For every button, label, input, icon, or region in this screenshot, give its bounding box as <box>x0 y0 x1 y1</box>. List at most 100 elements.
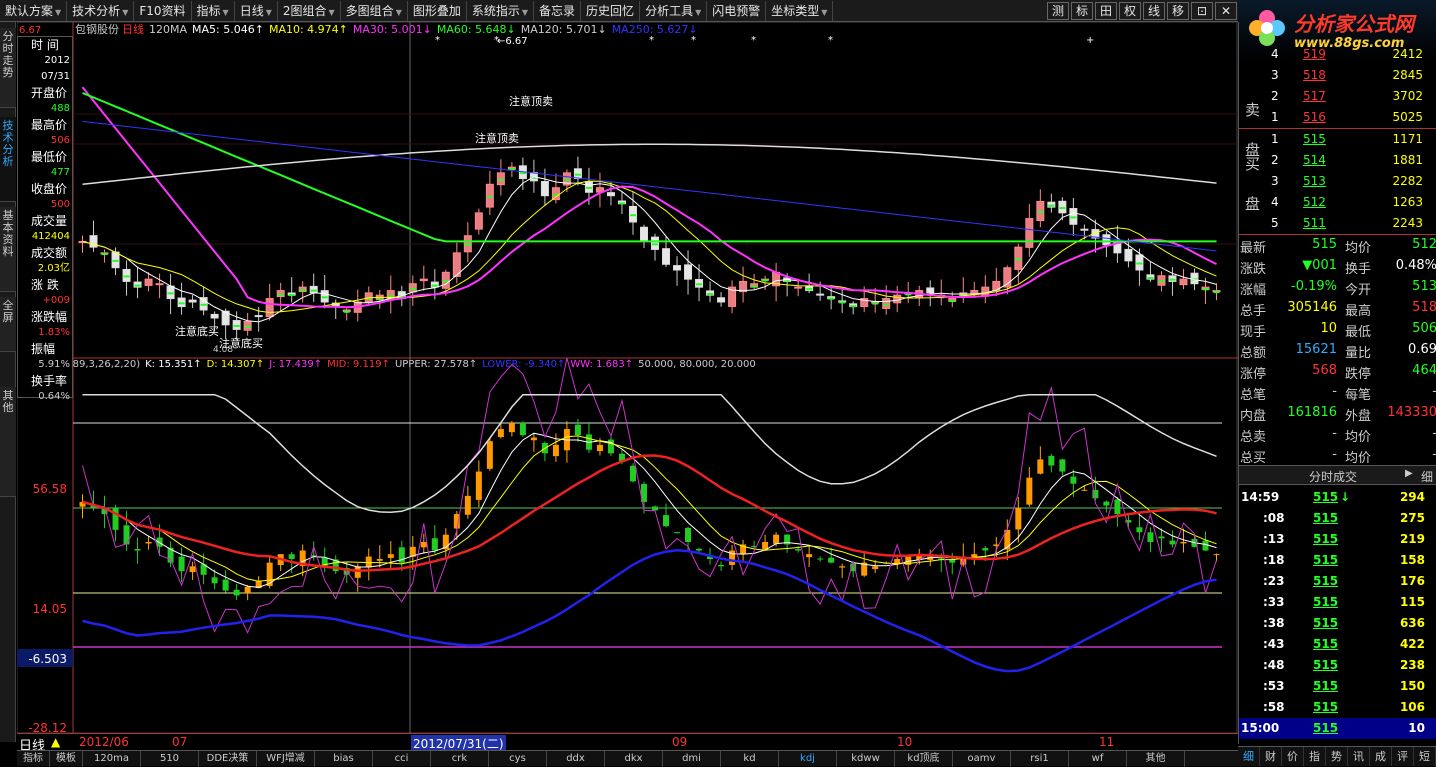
menu-item[interactable]: F10资料 <box>134 0 192 21</box>
quote-tab[interactable]: 讯 <box>1348 747 1370 766</box>
toolbar-button[interactable]: ✕ <box>1215 1 1237 20</box>
quote-tab[interactable]: 指 <box>1304 747 1326 766</box>
left-tab[interactable]: 全屏 <box>0 297 16 352</box>
indicator-bar <box>1048 455 1055 466</box>
indicator-bar <box>1070 476 1077 484</box>
menu-item[interactable]: 坐标类型 ▼ <box>766 0 834 21</box>
candle-marker <box>806 288 813 291</box>
indicator-tab[interactable]: 指标 <box>17 751 50 767</box>
date-axis: 日线 ▲ 2012/06 07 2012/07/31(二) 09 10 11 <box>17 733 1238 754</box>
menu-item[interactable]: 指标 ▼ <box>192 0 235 21</box>
indicator-tab[interactable]: dkx <box>605 751 663 767</box>
info-label: 成交额 <box>31 246 68 260</box>
menu-item[interactable]: 技术分析 ▼ <box>67 0 135 21</box>
menu-item[interactable]: 图形叠加 <box>408 0 467 21</box>
toolbar-button[interactable]: ⊡ <box>1191 1 1213 20</box>
indicator-bar <box>1136 527 1143 533</box>
indicator-tab[interactable]: bias <box>315 751 373 767</box>
indicator-tab[interactable]: WFJ增减 <box>257 751 315 767</box>
indicator-bar <box>806 554 813 558</box>
indicator-bar <box>596 444 603 452</box>
indicator-legend-item: J: 17.439↑ <box>268 359 322 370</box>
info-label: 最低价 <box>31 150 68 164</box>
quote-tab[interactable]: 势 <box>1326 747 1348 766</box>
toolbar-button[interactable]: 测 <box>1047 1 1069 20</box>
candle-marker <box>1169 278 1176 281</box>
candle-body <box>463 235 472 253</box>
left-tab[interactable]: 基本资料 <box>0 207 16 292</box>
candle-marker <box>872 302 879 305</box>
menu-item-label: 坐标类型 <box>771 3 820 18</box>
menu-item[interactable]: 分析工具 ▼ <box>640 0 708 21</box>
level-number: 2 <box>1271 153 1279 167</box>
info-value: 07/31 <box>41 71 70 82</box>
quote-tab[interactable]: 价 <box>1282 747 1304 766</box>
indicator-tab[interactable]: DDE决策 <box>199 751 257 767</box>
level-volume: 2282 <box>1392 174 1423 188</box>
indicator-bar <box>354 566 361 578</box>
menu-item[interactable]: 多图组合 ▼ <box>341 0 408 21</box>
play-icon[interactable]: ▶ <box>1405 468 1413 479</box>
toolbar-button[interactable]: 线 <box>1143 1 1165 20</box>
indicator-bar <box>718 564 725 567</box>
menu-item[interactable]: 默认方案 ▼ <box>0 0 68 21</box>
indicator-bar <box>894 559 901 564</box>
indicator-tab[interactable]: wf <box>1069 751 1127 767</box>
buy-level-row: 2 514 1881 <box>1269 150 1435 171</box>
menu-item[interactable]: 备忘录 <box>534 0 582 21</box>
quote-tab[interactable]: 细 <box>1238 747 1260 766</box>
quote-tab[interactable]: 成 <box>1370 747 1392 766</box>
indicator-bar <box>762 542 769 550</box>
chart-area[interactable]: 包钢股份 日线 120MA MA5: 5.046↑ MA10: 4.974↑ MA30: … <box>17 22 1238 733</box>
stat-value: -0.19% <box>1291 279 1337 294</box>
stat-label: 每笔 <box>1345 388 1372 403</box>
indicator-tab[interactable]: crk <box>431 751 489 767</box>
toolbar-button[interactable]: 移 <box>1167 1 1189 20</box>
indicator-tab[interactable]: cys <box>489 751 547 767</box>
indicator-tab[interactable]: rsi1 <box>1011 751 1069 767</box>
indicator-tab[interactable]: kdj <box>779 751 837 767</box>
info-label: 开盘价 <box>31 86 68 100</box>
indicator-bar <box>508 423 515 433</box>
tick-time: :18 <box>1263 553 1285 567</box>
indicator-bar <box>1158 536 1165 539</box>
left-tab[interactable]: 分时走势 <box>0 28 16 108</box>
info-label: 涨 跌 <box>31 278 59 292</box>
menu-item[interactable]: 系统指示 ▼ <box>467 0 535 21</box>
indicator-tab[interactable]: 模板 <box>50 751 83 767</box>
candle-marker <box>288 294 295 297</box>
quote-tab[interactable]: 财 <box>1260 747 1282 766</box>
indicator-tab[interactable]: kdww <box>837 751 895 767</box>
candle-marker <box>497 178 504 181</box>
menu-item-label: 技术分析 <box>72 3 121 18</box>
indicator-tab[interactable]: 其他 <box>1127 751 1185 767</box>
menu-item[interactable]: 闪电预警 <box>707 0 767 21</box>
info-label: 振幅 <box>31 342 56 356</box>
event-marker-icon: * <box>494 35 499 46</box>
indicator-tab[interactable]: dmi <box>663 751 721 767</box>
toolbar-button[interactable]: 权 <box>1119 1 1141 20</box>
menu-item[interactable]: 2图组合 ▼ <box>278 0 341 21</box>
quote-tab[interactable]: 评 <box>1392 747 1414 766</box>
indicator-tab[interactable]: 510 <box>141 751 199 767</box>
left-tab[interactable]: 其他 <box>0 387 16 497</box>
indicator-tab[interactable]: kd顶底 <box>895 751 953 767</box>
indicator-tab[interactable]: oamv <box>953 751 1011 767</box>
toolbar-button[interactable]: 标 <box>1071 1 1093 20</box>
menu-item[interactable]: 日线 ▼ <box>235 0 278 21</box>
quote-tab[interactable]: 短 <box>1414 747 1436 766</box>
left-tab[interactable]: 技术分析 <box>0 117 16 202</box>
indicator-tab[interactable]: ddx <box>547 751 605 767</box>
indicator-tab[interactable]: cci <box>373 751 431 767</box>
level-price: 517 <box>1303 89 1326 103</box>
tick-price: 515 <box>1313 553 1339 567</box>
candle-body <box>254 315 263 318</box>
indicator-tab[interactable]: kd <box>721 751 779 767</box>
indicator-tab[interactable]: 120ma <box>83 751 141 767</box>
signal-annotation: 注意顶卖 <box>509 94 553 108</box>
tick-row: :08 515 275 <box>1239 508 1436 529</box>
toolbar-button[interactable]: 田 <box>1095 1 1117 20</box>
menu-item[interactable]: 历史回忆 <box>581 0 641 21</box>
detail-button[interactable]: 细 <box>1421 468 1433 485</box>
stat-value: 161816 <box>1287 405 1337 420</box>
